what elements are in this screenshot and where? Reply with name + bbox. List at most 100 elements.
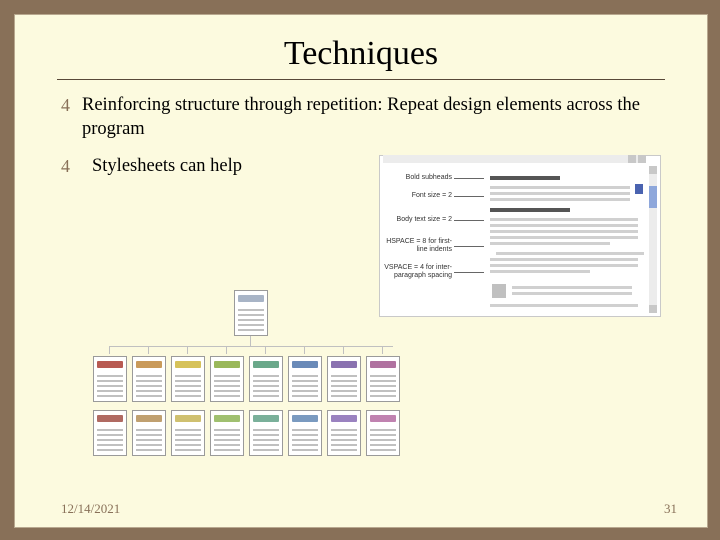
page-lines	[175, 426, 201, 451]
page-colorbar	[97, 361, 123, 368]
doc-line	[490, 304, 638, 307]
scroll-arrow-left-icon	[628, 155, 636, 163]
connector	[265, 346, 266, 354]
page-colorbar	[175, 415, 201, 422]
page-colorbar	[97, 415, 123, 422]
connector	[382, 346, 383, 354]
page-tile	[366, 410, 400, 456]
page-tile	[132, 410, 166, 456]
page-lines	[253, 426, 279, 451]
scrollbar-vertical	[649, 166, 657, 313]
scrollbar-horizontal	[383, 155, 646, 163]
connector	[187, 346, 188, 354]
doc-line	[490, 236, 638, 239]
page-lines	[175, 372, 201, 397]
connector	[109, 346, 110, 354]
annotation-vspace: VSPACE = 4 for inter-paragraph spacing	[384, 264, 452, 279]
page-tile	[210, 356, 244, 402]
page-tile	[288, 410, 322, 456]
annotation-line	[454, 178, 484, 179]
slide-footer: 12/14/2021 31	[61, 501, 677, 517]
page-lines	[214, 426, 240, 451]
doc-line	[490, 218, 638, 221]
page-lines	[331, 372, 357, 397]
page-tile	[249, 356, 283, 402]
doc-line	[496, 252, 644, 255]
scroll-arrow-up-icon	[649, 166, 657, 174]
annotation-body-text: Body text size = 2	[384, 216, 452, 225]
page-tile	[234, 290, 268, 336]
page-tile	[93, 410, 127, 456]
annotation-font-size: Font size = 2	[384, 192, 452, 201]
slide-title: Techniques	[15, 35, 707, 73]
doc-line	[490, 230, 638, 233]
page-tile	[327, 356, 361, 402]
bullet-marker: 4	[61, 155, 70, 178]
page-lines	[253, 372, 279, 397]
scroll-arrow-right-icon	[638, 155, 646, 163]
page-tile	[132, 356, 166, 402]
page-tile	[93, 356, 127, 402]
doc-line	[490, 186, 630, 189]
connector	[304, 346, 305, 354]
page-lines	[292, 426, 318, 451]
page-colorbar	[292, 415, 318, 422]
page-colorbar	[253, 361, 279, 368]
bullet-text: Stylesheets can help	[92, 155, 357, 179]
page-lines	[214, 372, 240, 397]
footer-page: 31	[664, 501, 677, 517]
page-colorbar	[292, 361, 318, 368]
page-tile	[366, 356, 400, 402]
page-lines	[136, 372, 162, 397]
page-lines	[97, 372, 123, 397]
annotation-bold-subheads: Bold subheads	[384, 174, 452, 183]
annotation-line	[454, 220, 484, 221]
page-tile	[288, 356, 322, 402]
connector	[148, 346, 149, 354]
doc-line-heading	[490, 176, 560, 180]
bullet-marker: 4	[61, 94, 70, 141]
page-lines	[370, 426, 396, 451]
doc-line-heading	[490, 208, 570, 212]
annotation-line	[454, 272, 484, 273]
page-colorbar	[136, 361, 162, 368]
doc-line	[490, 242, 610, 245]
doc-line	[512, 286, 632, 289]
doc-line	[512, 292, 632, 295]
bullet-1: 4 Reinforcing structure through repetiti…	[61, 94, 661, 141]
doc-line	[490, 198, 630, 201]
slide: Techniques 4 Reinforcing structure throu…	[14, 14, 708, 528]
page-colorbar	[331, 361, 357, 368]
bullet-text: Reinforcing structure through repetition…	[82, 94, 661, 141]
doc-line	[490, 192, 630, 195]
doc-marker	[635, 184, 643, 194]
page-colorbar	[238, 295, 264, 302]
page-colorbar	[331, 415, 357, 422]
page-colorbar	[370, 415, 396, 422]
page-tile	[249, 410, 283, 456]
scroll-thumb	[649, 186, 657, 208]
diagram-page-hierarchy	[95, 290, 405, 465]
page-lines	[97, 426, 123, 451]
page-lines	[238, 306, 264, 331]
doc-line	[490, 270, 590, 273]
page-colorbar	[253, 415, 279, 422]
connector	[250, 336, 251, 346]
page-lines	[136, 426, 162, 451]
page-lines	[331, 426, 357, 451]
page-tile	[171, 356, 205, 402]
annotation-line	[454, 246, 484, 247]
diagram-stylesheet-page: Bold subheads Font size = 2 Body text si…	[379, 155, 661, 317]
page-colorbar	[370, 361, 396, 368]
annotation-line	[454, 196, 484, 197]
footer-date: 12/14/2021	[61, 501, 120, 517]
doc-line	[490, 258, 638, 261]
connector	[226, 346, 227, 354]
annotation-hspace: HSPACE = 8 for first-line indents	[384, 238, 452, 253]
page-colorbar	[136, 415, 162, 422]
doc-image-placeholder	[492, 284, 506, 298]
doc-line	[490, 224, 638, 227]
page-tile	[210, 410, 244, 456]
page-lines	[370, 372, 396, 397]
scroll-arrow-down-icon	[649, 305, 657, 313]
